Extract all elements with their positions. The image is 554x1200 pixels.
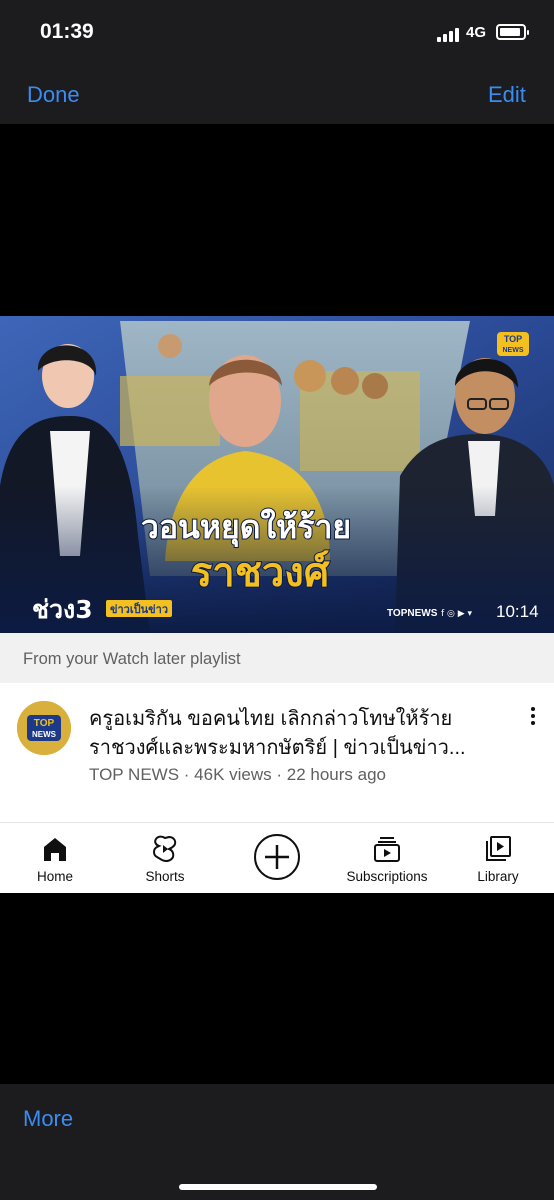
edit-button[interactable]: Edit xyxy=(488,82,526,108)
more-options-icon[interactable] xyxy=(528,707,536,727)
video-thumbnail[interactable]: TOP NEWS วอนหยุดให้ร้าย ราชวงศ์ ช่วง3 ข่… xyxy=(0,316,554,633)
brand-news-text: NEWS xyxy=(503,347,524,354)
video-title[interactable]: ครูอเมริกัน ขอคนไทย เลิกกล่าวโทษให้ร้าย … xyxy=(89,705,509,763)
status-time: 01:39 xyxy=(40,20,94,43)
tab-library-label: Library xyxy=(477,869,519,884)
tab-shorts-label: Shorts xyxy=(145,869,185,884)
tab-bar: Home Shorts Subscriptions Library xyxy=(0,822,554,893)
library-icon xyxy=(486,836,511,861)
segment-label: ช่วง3 xyxy=(32,595,93,624)
tab-library[interactable]: Library xyxy=(443,823,553,893)
bottom-toolbar: More xyxy=(0,1084,554,1200)
home-indicator[interactable] xyxy=(179,1184,377,1190)
video-title-line1: ครูอเมริกัน ขอคนไทย เลิกกล่าวโทษให้ร้าย xyxy=(89,708,453,730)
cellular-signal-icon xyxy=(437,28,459,42)
home-icon xyxy=(44,838,66,861)
shorts-icon xyxy=(153,835,177,862)
brand-top-text: TOP xyxy=(504,334,522,344)
tab-home-label: Home xyxy=(36,869,73,884)
playlist-banner: From your Watch later playlist xyxy=(0,633,554,683)
video-duration: 10:14 xyxy=(496,602,539,621)
channel-avatar[interactable]: TOP NEWS xyxy=(17,701,71,755)
network-type: 4G xyxy=(466,24,487,41)
tab-create[interactable] xyxy=(222,823,332,893)
playlist-label: From your Watch later playlist xyxy=(23,650,241,668)
social-icons: f ◎ ▶ ▾ xyxy=(441,609,473,619)
battery-icon xyxy=(496,24,529,40)
avatar-news-text: NEWS xyxy=(32,730,57,739)
footer-brand: TOPNEWS xyxy=(387,608,438,619)
more-button[interactable]: More xyxy=(23,1106,73,1132)
photo-viewer-nav: Done Edit xyxy=(0,64,554,124)
headline-line1: วอนหยุดให้ร้าย xyxy=(141,508,351,548)
headline-line2: ราชวงศ์ xyxy=(191,550,330,596)
avatar-top-text: TOP xyxy=(34,718,55,729)
tab-shorts[interactable]: Shorts xyxy=(110,823,220,893)
subscriptions-icon xyxy=(374,837,400,862)
create-icon xyxy=(254,834,300,880)
video-meta: TOP NEWS · 46K views · 22 hours ago xyxy=(89,765,386,784)
battery-level xyxy=(500,28,520,36)
segment-tag: ข่าวเป็นข่าว xyxy=(110,602,168,616)
tab-home[interactable]: Home xyxy=(0,823,110,893)
video-title-line2: ราชวงศ์และพระมหากษัตริย์ | ข่าวเป็นข่าว.… xyxy=(89,737,466,759)
tab-subscriptions-label: Subscriptions xyxy=(346,869,428,884)
status-bar: 01:39 4G xyxy=(0,0,554,64)
tab-subscriptions[interactable]: Subscriptions xyxy=(332,823,442,893)
done-button[interactable]: Done xyxy=(27,82,80,108)
